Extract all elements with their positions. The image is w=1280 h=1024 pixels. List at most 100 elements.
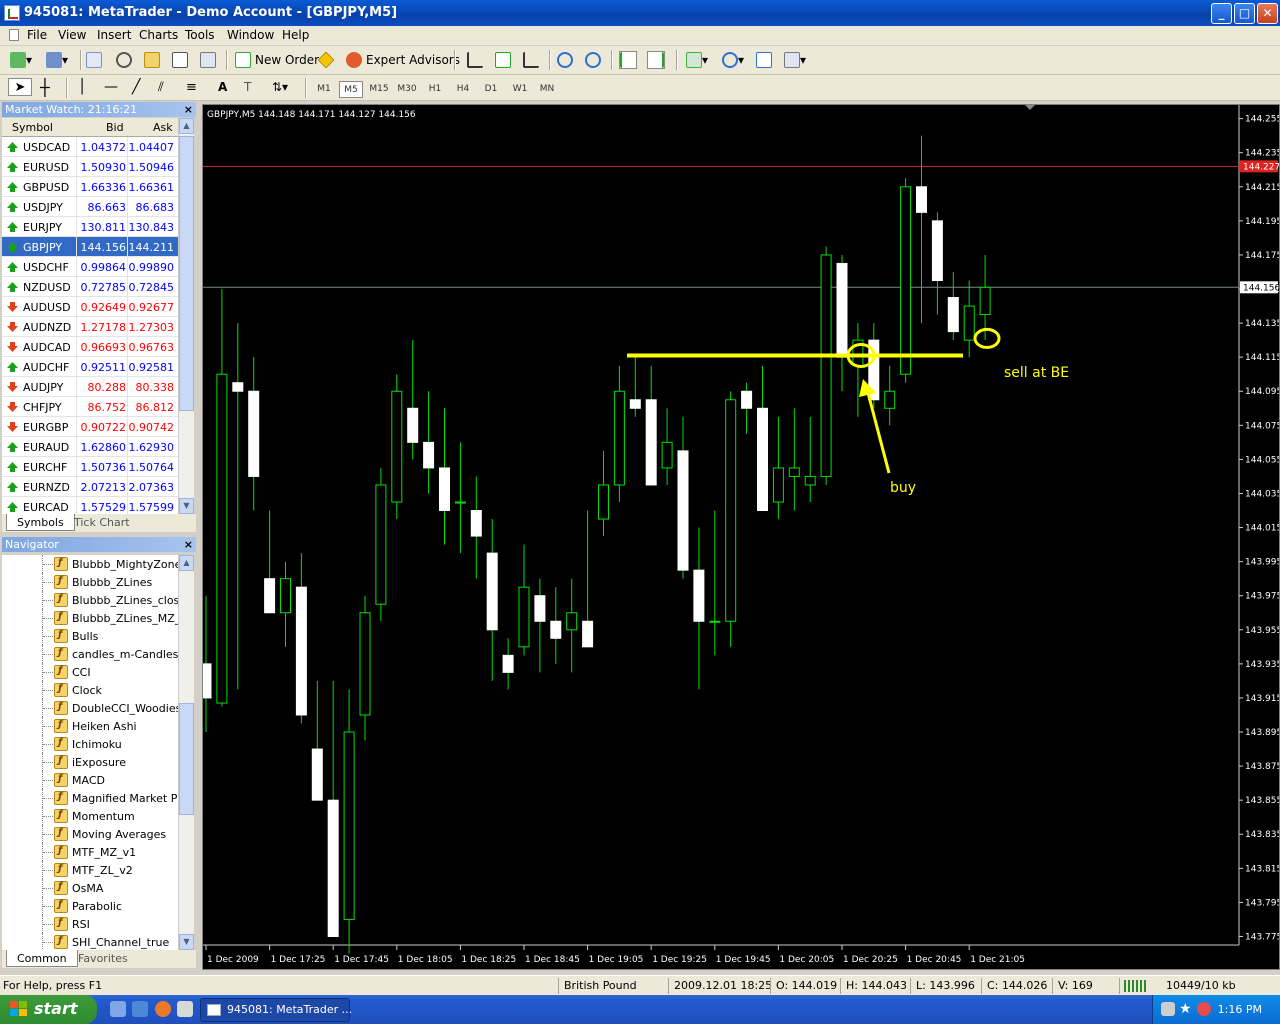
timeframe-mn[interactable]: MN — [535, 81, 559, 98]
table-row[interactable]: EURCHF 1.50736 1.50764 — [2, 457, 178, 477]
navigator-indicator-item[interactable]: Moving Averages — [2, 825, 178, 843]
timeframe-m5[interactable]: M5 — [339, 81, 363, 98]
auto-scroll-button[interactable] — [619, 51, 637, 69]
bar-chart-button[interactable] — [467, 51, 483, 69]
menu-view[interactable]: View — [58, 28, 86, 42]
navigator-toggle[interactable] — [144, 51, 160, 69]
navigator-indicator-item[interactable]: Blubbb_ZLines — [2, 573, 178, 591]
navigator-indicator-item[interactable]: MTF_MZ_v1 — [2, 843, 178, 861]
minimize-button[interactable]: _ — [1211, 3, 1232, 24]
trendline-tool[interactable]: ╱ — [132, 78, 140, 96]
table-row[interactable]: NZDUSD 0.72785 0.72845 — [2, 277, 178, 297]
table-row[interactable]: USDCAD 1.04372 1.04407 — [2, 137, 178, 157]
candlestick-button[interactable] — [495, 51, 511, 69]
navigator-scrollbar[interactable]: ▲ ▼ — [178, 555, 194, 950]
timeframe-m1[interactable]: M1 — [312, 81, 336, 98]
tab-tick-chart[interactable]: Tick Chart — [64, 514, 140, 531]
menu-insert[interactable]: Insert — [97, 28, 131, 42]
navigator-indicator-item[interactable]: Bulls — [2, 627, 178, 645]
table-row[interactable]: AUDCAD 0.96693 0.96763 — [2, 337, 178, 357]
table-row[interactable]: EURJPY 130.811 130.843 — [2, 217, 178, 237]
column-ask[interactable]: Ask — [153, 121, 173, 134]
tray-security-icon[interactable] — [1197, 1002, 1211, 1016]
timeframe-h1[interactable]: H1 — [423, 81, 447, 98]
menu-help[interactable]: Help — [282, 28, 309, 42]
profiles-button[interactable]: ▾ — [46, 51, 68, 69]
horizontal-line-tool[interactable]: — — [104, 78, 118, 96]
close-button[interactable]: ✕ — [1257, 3, 1278, 24]
navigator-indicator-item[interactable]: DoubleCCI_Woodies — [2, 699, 178, 717]
column-bid[interactable]: Bid — [106, 121, 124, 134]
chart-canvas[interactable]: GBPJPY,M5 144.148 144.171 144.127 144.15… — [200, 105, 1280, 969]
data-window-toggle[interactable] — [116, 51, 132, 69]
market-watch-close-icon[interactable]: × — [184, 102, 193, 117]
table-row[interactable]: USDJPY 86.663 86.683 — [2, 197, 178, 217]
firefox-icon[interactable] — [155, 1001, 171, 1017]
scroll-thumb[interactable] — [179, 136, 194, 411]
navigator-indicator-item[interactable]: iExposure — [2, 753, 178, 771]
connection-status-icon[interactable] — [1124, 980, 1148, 992]
terminal-toggle[interactable] — [172, 51, 188, 69]
timeframe-m30[interactable]: M30 — [395, 81, 419, 98]
menu-file[interactable]: File — [27, 28, 47, 42]
navigator-indicator-item[interactable]: Magnified Market Price — [2, 789, 178, 807]
navigator-indicator-item[interactable]: Ichimoku — [2, 735, 178, 753]
navigator-indicator-item[interactable]: Blubbb_ZLines_close_ — [2, 591, 178, 609]
periods-button[interactable]: ▾ — [722, 51, 744, 69]
table-row[interactable]: EURGBP 0.90722 0.90742 — [2, 417, 178, 437]
channel-tool[interactable]: ⫽ — [158, 78, 164, 96]
table-row[interactable]: USDCHF 0.99864 0.99890 — [2, 257, 178, 277]
new-order-button[interactable]: New Order — [235, 51, 319, 69]
timeframe-d1[interactable]: D1 — [479, 81, 503, 98]
table-row[interactable]: AUDJPY 80.288 80.338 — [2, 377, 178, 397]
navigator-indicator-item[interactable]: RSI — [2, 915, 178, 933]
templates-button[interactable] — [756, 51, 772, 69]
table-row[interactable]: EURAUD 1.62860 1.62930 — [2, 437, 178, 457]
navigator-indicator-item[interactable]: candles_m-Candles_m — [2, 645, 178, 663]
navigator-indicator-item[interactable]: CCI — [2, 663, 178, 681]
navigator-indicator-item[interactable]: SHI_Channel_true — [2, 933, 178, 950]
zoom-out-button[interactable] — [585, 51, 601, 69]
taskbar-clock[interactable]: 1:16 PM — [1218, 1003, 1262, 1016]
autotrading-button[interactable] — [317, 51, 335, 69]
navigator-indicator-item[interactable]: Parabolic — [2, 897, 178, 915]
navigator-indicator-item[interactable]: Momentum — [2, 807, 178, 825]
zoom-in-button[interactable] — [557, 51, 573, 69]
maximize-button[interactable]: □ — [1234, 3, 1255, 24]
tray-star-icon[interactable]: ★ — [1179, 1001, 1195, 1017]
table-row[interactable]: CHFJPY 86.752 86.812 — [2, 397, 178, 417]
tab-common[interactable]: Common — [6, 950, 78, 967]
strategy-tester-toggle[interactable] — [200, 51, 216, 69]
menu-tools[interactable]: Tools — [185, 28, 215, 42]
table-row[interactable]: EURNZD 2.07213 2.07363 — [2, 477, 178, 497]
line-chart-button[interactable] — [523, 51, 539, 69]
show-desktop-icon[interactable] — [110, 1001, 126, 1017]
table-row[interactable]: GBPUSD 1.66336 1.66361 — [2, 177, 178, 197]
table-row[interactable]: AUDCHF 0.92511 0.92581 — [2, 357, 178, 377]
label-tool[interactable]: T — [244, 78, 251, 96]
chart-shift-button[interactable] — [647, 51, 665, 69]
tab-favorites[interactable]: Favorites — [68, 950, 138, 967]
indicators-button[interactable]: ▾ — [686, 51, 708, 69]
document-icon[interactable] — [9, 29, 19, 41]
scroll-up-icon[interactable]: ▲ — [179, 118, 194, 134]
table-row[interactable]: GBPJPY 144.156 144.211 — [2, 237, 178, 257]
scroll-down-icon[interactable]: ▼ — [179, 934, 194, 950]
quick-launch-app-icon[interactable] — [177, 1001, 193, 1017]
metatrader-app-icon[interactable] — [4, 5, 20, 21]
price-chart[interactable]: GBPJPY,M5 144.148 144.171 144.127 144.15… — [200, 104, 1280, 970]
navigator-indicator-item[interactable]: MACD — [2, 771, 178, 789]
menu-window[interactable]: Window — [227, 28, 274, 42]
taskbar-metatrader-button[interactable]: 945081: MetaTrader ... — [200, 998, 352, 1022]
arrows-tool[interactable]: ⇅▾ — [272, 78, 288, 96]
scroll-thumb[interactable] — [179, 703, 194, 815]
vertical-line-tool[interactable]: │ — [78, 78, 86, 96]
table-row[interactable]: AUDNZD 1.27178 1.27303 — [2, 317, 178, 337]
market-watch-toggle[interactable] — [86, 51, 102, 69]
scroll-down-icon[interactable]: ▼ — [179, 498, 194, 514]
fibonacci-tool[interactable]: ≡ — [186, 78, 197, 96]
table-row[interactable]: EURUSD 1.50930 1.50946 — [2, 157, 178, 177]
navigator-indicator-item[interactable]: Clock — [2, 681, 178, 699]
new-chart-button[interactable]: ▾ — [10, 51, 32, 69]
chart-settings-button[interactable]: ▾ — [784, 51, 806, 69]
